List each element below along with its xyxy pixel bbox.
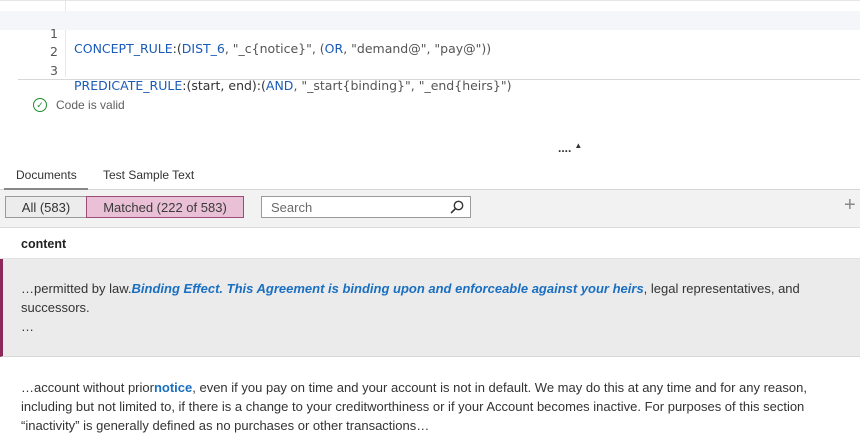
result-row-selected[interactable]: …permitted by law.Binding Effect. This A… xyxy=(0,259,860,357)
search-icon[interactable] xyxy=(449,199,465,215)
add-icon[interactable]: + xyxy=(844,195,856,215)
editor-divider xyxy=(18,79,860,80)
tab-bar: Documents Test Sample Text xyxy=(0,158,860,190)
column-header[interactable]: content xyxy=(0,229,860,259)
result-row[interactable]: …account without priornotice, even if yo… xyxy=(0,358,860,445)
code-line-2[interactable]: 2 xyxy=(0,29,860,59)
code-text: PREDICATE_RULE:(start, end):(AND, "_star… xyxy=(74,78,512,93)
validation-status: ✓ Code is valid xyxy=(33,98,125,112)
code-line-1[interactable]: 1 CONCEPT_RULE:(DIST_6, "_c{notice}", (O… xyxy=(0,11,860,56)
check-circle-icon: ✓ xyxy=(33,98,47,112)
search-input[interactable] xyxy=(262,197,448,217)
validation-text: Code is valid xyxy=(56,98,125,112)
pane-splitter[interactable]: .... ▲ xyxy=(558,141,582,155)
match-highlight: Binding Effect. This Agreement is bindin… xyxy=(131,281,644,296)
line-number: 3 xyxy=(50,63,58,78)
filter-toolbar: All (583) Matched (222 of 583) + xyxy=(0,190,860,228)
splitter-handle-icon[interactable]: .... xyxy=(558,141,571,155)
result-content: …account without priornotice, even if yo… xyxy=(21,380,807,433)
tab-test-sample-text[interactable]: Test Sample Text xyxy=(103,168,194,182)
collapse-arrow-icon[interactable]: ▲ xyxy=(574,141,582,150)
match-highlight: notice xyxy=(153,380,193,395)
code-editor[interactable]: 1 CONCEPT_RULE:(DIST_6, "_c{notice}", (O… xyxy=(0,0,860,93)
tab-documents[interactable]: Documents xyxy=(16,168,77,182)
result-content: …permitted by law.Binding Effect. This A… xyxy=(21,281,800,334)
filter-matched-button[interactable]: Matched (222 of 583) xyxy=(86,196,244,218)
code-line-3[interactable]: 3 PREDICATE_RULE:(start, end):(AND, "_st… xyxy=(0,48,860,93)
search-box xyxy=(261,196,471,218)
column-header-label: content xyxy=(21,237,67,251)
filter-all-button[interactable]: All (583) xyxy=(5,196,87,218)
